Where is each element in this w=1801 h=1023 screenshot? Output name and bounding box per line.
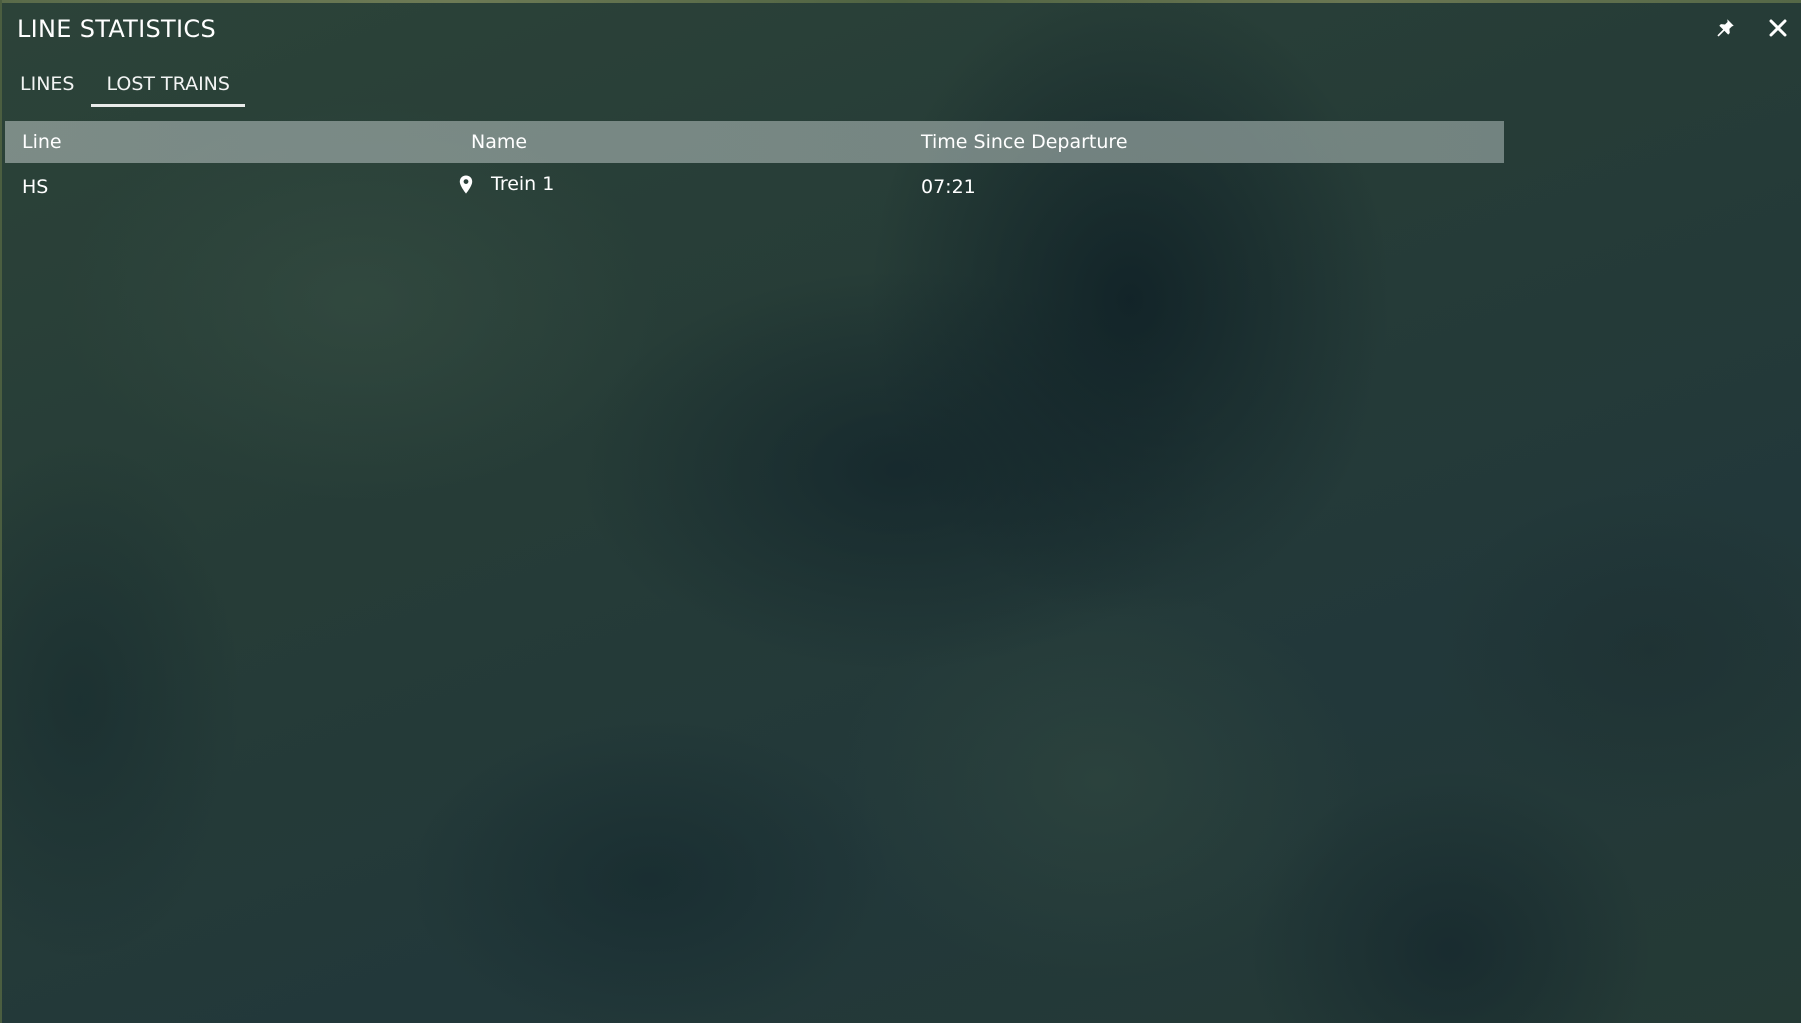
close-icon	[1769, 19, 1787, 41]
pin-button[interactable]	[1710, 15, 1740, 45]
column-header-line[interactable]: Line	[22, 131, 62, 153]
tab-lines[interactable]: LINES	[17, 71, 89, 107]
tab-bar: LINES LOST TRAINS	[17, 71, 247, 113]
pin-icon	[1714, 17, 1736, 43]
column-header-name[interactable]: Name	[471, 131, 527, 153]
line-statistics-window: LINE STATISTICS LINES LOST TRAINS Line N…	[2, 3, 1801, 1023]
cell-line: HS	[22, 176, 49, 198]
table-header: Line Name Time Since Departure	[5, 121, 1504, 163]
column-header-time-since-departure[interactable]: Time Since Departure	[921, 131, 1128, 153]
cell-name: Trein 1	[455, 173, 554, 195]
close-button[interactable]	[1763, 15, 1793, 45]
table-row[interactable]: HS Trein 1 07:21	[5, 163, 1504, 207]
tab-lost-trains[interactable]: LOST TRAINS	[91, 71, 246, 107]
cell-name-text: Trein 1	[491, 173, 555, 195]
lost-trains-table: Line Name Time Since Departure HS Trein …	[5, 121, 1504, 207]
window-title: LINE STATISTICS	[17, 15, 216, 43]
cell-time-since-departure: 07:21	[921, 176, 976, 198]
location-pin-icon[interactable]	[455, 173, 477, 195]
